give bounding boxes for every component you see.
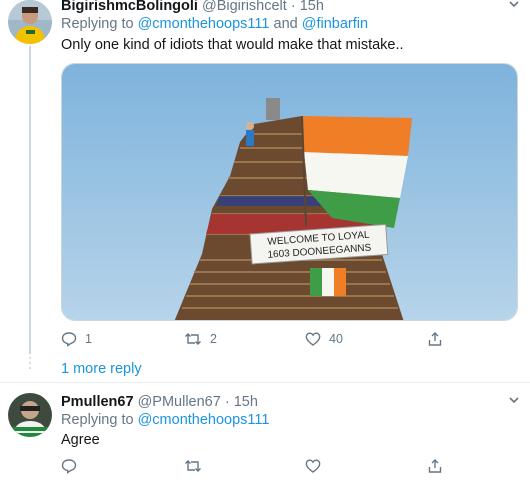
display-name[interactable]: Pmullen67	[61, 394, 134, 410]
mention-link[interactable]: @cmonthehoops111	[138, 16, 270, 32]
separator-dot: ·	[290, 0, 296, 14]
chevron-down-icon[interactable]	[508, 394, 520, 409]
tweet-text: Only one kind of idiots that would make …	[61, 37, 404, 53]
and-label: and	[273, 16, 298, 32]
bonfire-photo: WELCOME TO LOYAL 1603 DOONEEGANNS	[62, 64, 517, 320]
tweet-reply-2[interactable]: Pmullen67 @PMullen67 · 15h Replying to @…	[0, 382, 530, 489]
retweet-icon	[184, 458, 202, 474]
tweet-actions	[61, 457, 461, 477]
mention-link[interactable]: @cmonthehoops111	[138, 412, 270, 428]
replying-to: Replying to @cmonthehoops111	[61, 412, 269, 428]
display-name[interactable]: BigirishmcBolingoli	[61, 0, 198, 14]
handle[interactable]: @PMullen67	[138, 394, 221, 410]
tweet-image[interactable]: WELCOME TO LOYAL 1603 DOONEEGANNS	[61, 63, 518, 321]
share-button[interactable]	[427, 457, 443, 475]
like-count: 40	[329, 332, 343, 346]
separator-dot: ·	[224, 394, 230, 410]
reply-icon	[61, 331, 77, 347]
replying-to: Replying to @cmonthehoops111 and @finbar…	[61, 16, 368, 32]
handle[interactable]: @Bigirishcelt	[202, 0, 287, 14]
like-button[interactable]: 40	[305, 330, 343, 348]
reply-button[interactable]	[61, 457, 77, 475]
timestamp[interactable]: 15h	[300, 0, 324, 14]
thread-connector-line	[29, 46, 31, 354]
chevron-down-icon[interactable]	[508, 0, 520, 13]
share-icon	[427, 458, 443, 474]
mention-link[interactable]: @finbarfin	[302, 16, 368, 32]
retweet-button[interactable]	[184, 457, 202, 475]
avatar-image	[8, 393, 52, 437]
tweet-text: Agree	[61, 432, 100, 448]
reply-count: 1	[85, 332, 92, 346]
reply-button[interactable]: 1	[61, 330, 92, 348]
timestamp[interactable]: 15h	[234, 394, 258, 410]
replying-to-label: Replying to	[61, 412, 134, 428]
heart-icon	[305, 331, 321, 347]
replying-to-label: Replying to	[61, 16, 134, 32]
heart-icon	[305, 458, 321, 474]
tweet-actions: 1 2 40	[61, 330, 461, 350]
reply-icon	[61, 458, 77, 474]
tweet-reply-1[interactable]: BigirishmcBolingoli @Bigirishcelt · 15h …	[0, 0, 530, 355]
avatar-image	[8, 0, 52, 44]
retweet-count: 2	[210, 332, 217, 346]
like-button[interactable]	[305, 457, 321, 475]
thread-dots	[28, 357, 32, 372]
tweet-header: BigirishmcBolingoli @Bigirishcelt · 15h	[61, 0, 324, 15]
retweet-icon	[184, 331, 202, 347]
avatar[interactable]	[8, 0, 52, 44]
share-icon	[427, 331, 443, 347]
tweet-header: Pmullen67 @PMullen67 · 15h	[61, 393, 258, 411]
share-button[interactable]	[427, 330, 443, 348]
retweet-button[interactable]: 2	[184, 330, 217, 348]
show-more-replies-link[interactable]: 1 more reply	[61, 361, 142, 377]
avatar[interactable]	[8, 393, 52, 437]
